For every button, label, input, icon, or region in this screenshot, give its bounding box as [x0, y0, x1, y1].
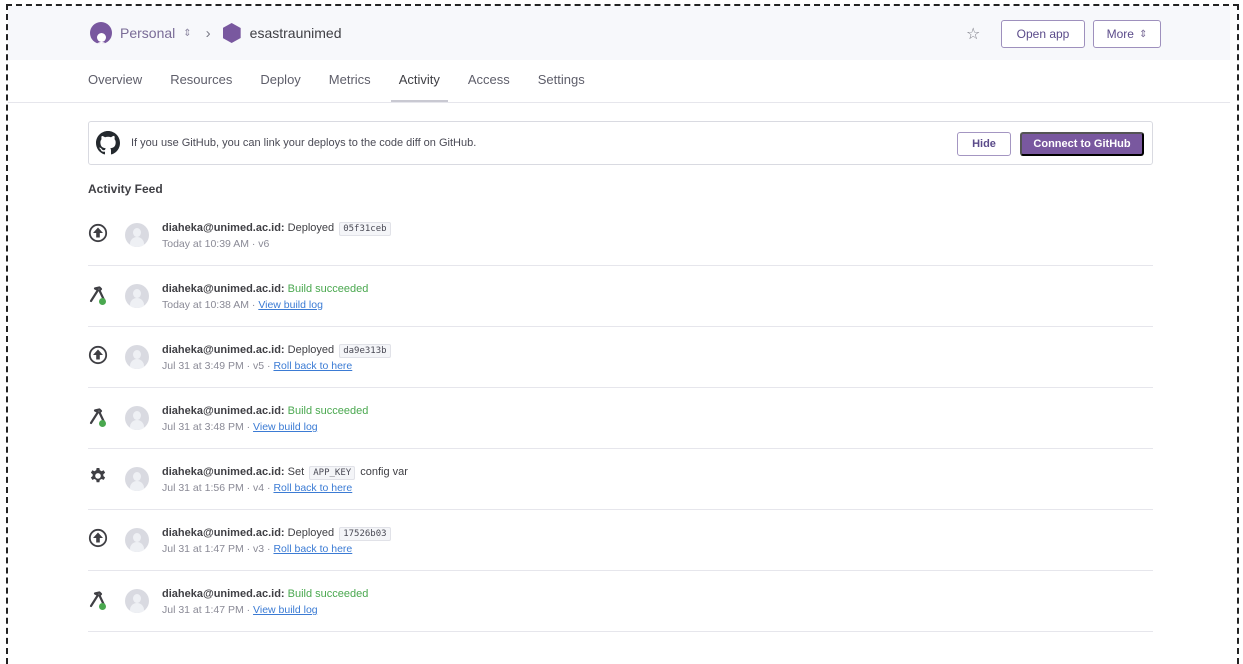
- tab-access[interactable]: Access: [468, 60, 510, 102]
- account-switcher[interactable]: Personal: [120, 25, 175, 41]
- activity-time: Today at 10:38 AM ·: [162, 299, 259, 311]
- github-banner-text: If you use GitHub, you can link your dep…: [131, 137, 477, 149]
- app-hexagon-icon: [222, 23, 241, 43]
- activity-meta: Jul 31 at 1:56 PM · v4 · Roll back to he…: [162, 482, 352, 494]
- activity-time: Jul 31 at 1:56 PM · v4 ·: [162, 482, 274, 494]
- activity-action: Deployed: [287, 222, 335, 234]
- activity-time: Jul 31 at 1:47 PM ·: [162, 604, 254, 616]
- app-name[interactable]: esastraunimed: [250, 25, 342, 41]
- activity-row: diaheka@unimed.ac.id: Build succeeded Ju…: [88, 388, 1153, 449]
- activity-summary: diaheka@unimed.ac.id: Build succeeded: [162, 588, 368, 600]
- roll-back-link[interactable]: Roll back to here: [273, 360, 352, 372]
- user-avatar-icon: [125, 223, 149, 247]
- user-avatar-icon[interactable]: [90, 22, 112, 44]
- activity-summary: diaheka@unimed.ac.id: Deployed 17526b03: [162, 527, 393, 541]
- build-icon: [88, 589, 108, 611]
- activity-action: Deployed: [287, 344, 335, 356]
- more-label: More: [1106, 27, 1134, 41]
- tab-activity[interactable]: Activity: [390, 60, 449, 102]
- updown-chevron-icon[interactable]: ⇕: [183, 28, 191, 39]
- user-avatar-icon: [125, 345, 149, 369]
- tab-resources[interactable]: Resources: [170, 60, 232, 102]
- deploy-icon: [88, 223, 108, 245]
- connect-github-button[interactable]: Connect to GitHub: [1020, 132, 1144, 156]
- breadcrumb: Personal ⇕ › esastraunimed: [90, 6, 341, 60]
- user-avatar-icon: [125, 284, 149, 308]
- star-icon[interactable]: ☆: [966, 24, 980, 44]
- activity-meta: Jul 31 at 1:47 PM · v3 · Roll back to he…: [162, 543, 352, 555]
- activity-action: Build succeeded: [287, 405, 369, 417]
- activity-user: diaheka@unimed.ac.id:: [162, 405, 285, 417]
- view-build-log-link[interactable]: View build log: [253, 421, 318, 433]
- tab-settings[interactable]: Settings: [538, 60, 585, 102]
- activity-user: diaheka@unimed.ac.id:: [162, 588, 285, 600]
- activity-row: diaheka@unimed.ac.id: Build succeeded To…: [88, 266, 1153, 327]
- tabs-divider: [8, 102, 1230, 103]
- activity-action-suffix: config var: [360, 466, 408, 478]
- activity-code: APP_KEY: [309, 466, 356, 480]
- activity-code: da9e313b: [339, 344, 391, 358]
- activity-action: Deployed: [287, 527, 335, 539]
- activity-summary: diaheka@unimed.ac.id: Deployed da9e313b: [162, 344, 393, 358]
- activity-row: diaheka@unimed.ac.id: Deployed 17526b03 …: [88, 510, 1153, 571]
- build-icon: [88, 284, 108, 306]
- activity-summary: diaheka@unimed.ac.id: Deployed 05f31ceb: [162, 222, 393, 236]
- hide-button[interactable]: Hide: [957, 132, 1011, 156]
- open-app-button[interactable]: Open app: [1001, 20, 1085, 48]
- activity-feed: diaheka@unimed.ac.id: Deployed 05f31ceb …: [88, 205, 1153, 632]
- user-avatar-icon: [125, 406, 149, 430]
- roll-back-link[interactable]: Roll back to here: [273, 543, 352, 555]
- activity-row: diaheka@unimed.ac.id: Deployed da9e313b …: [88, 327, 1153, 388]
- activity-code: 05f31ceb: [339, 222, 391, 236]
- activity-user: diaheka@unimed.ac.id:: [162, 283, 285, 295]
- github-icon: [96, 131, 120, 155]
- activity-meta: Today at 10:38 AM · View build log: [162, 299, 323, 311]
- activity-summary: diaheka@unimed.ac.id: Build succeeded: [162, 283, 368, 295]
- view-build-log-link[interactable]: View build log: [253, 604, 318, 616]
- activity-user: diaheka@unimed.ac.id:: [162, 466, 285, 478]
- activity-time: Jul 31 at 1:47 PM · v3 ·: [162, 543, 274, 555]
- updown-chevron-icon: ⇕: [1138, 28, 1148, 40]
- activity-action: Set: [287, 466, 305, 478]
- user-avatar-icon: [125, 467, 149, 491]
- github-banner: If you use GitHub, you can link your dep…: [88, 121, 1153, 165]
- activity-feed-title: Activity Feed: [88, 182, 163, 196]
- chevron-right-icon: ›: [205, 24, 211, 42]
- activity-meta: Today at 10:39 AM · v6: [162, 238, 269, 250]
- app-tabs: Overview Resources Deploy Metrics Activity Ac…: [88, 60, 613, 102]
- activity-meta: Jul 31 at 3:49 PM · v5 · Roll back to he…: [162, 360, 352, 372]
- activity-time: Today at 10:39 AM · v6: [162, 238, 270, 250]
- gear-icon: [88, 467, 108, 489]
- user-avatar-icon: [125, 528, 149, 552]
- activity-meta: Jul 31 at 1:47 PM · View build log: [162, 604, 318, 616]
- activity-row: diaheka@unimed.ac.id: Set APP_KEY config…: [88, 449, 1153, 510]
- activity-time: Jul 31 at 3:48 PM ·: [162, 421, 254, 433]
- user-avatar-icon: [125, 589, 149, 613]
- activity-meta: Jul 31 at 3:48 PM · View build log: [162, 421, 318, 433]
- roll-back-link[interactable]: Roll back to here: [273, 482, 352, 494]
- more-button[interactable]: More ⇕: [1093, 20, 1161, 48]
- deploy-icon: [88, 528, 108, 550]
- build-icon: [88, 406, 108, 428]
- activity-code: 17526b03: [339, 527, 391, 541]
- activity-row: diaheka@unimed.ac.id: Build succeeded Ju…: [88, 571, 1153, 632]
- tab-deploy[interactable]: Deploy: [260, 60, 300, 102]
- tab-overview[interactable]: Overview: [88, 60, 142, 102]
- app-header: Personal ⇕ › esastraunimed ☆ Open app Mo…: [8, 6, 1230, 60]
- activity-user: diaheka@unimed.ac.id:: [162, 344, 285, 356]
- tab-metrics[interactable]: Metrics: [329, 60, 371, 102]
- activity-row: diaheka@unimed.ac.id: Deployed 05f31ceb …: [88, 205, 1153, 266]
- activity-user: diaheka@unimed.ac.id:: [162, 527, 285, 539]
- view-build-log-link[interactable]: View build log: [258, 299, 323, 311]
- activity-action: Build succeeded: [287, 283, 369, 295]
- activity-user: diaheka@unimed.ac.id:: [162, 222, 285, 234]
- activity-summary: diaheka@unimed.ac.id: Set APP_KEY config…: [162, 466, 408, 480]
- activity-action: Build succeeded: [287, 588, 369, 600]
- deploy-icon: [88, 345, 108, 367]
- activity-time: Jul 31 at 3:49 PM · v5 ·: [162, 360, 274, 372]
- activity-summary: diaheka@unimed.ac.id: Build succeeded: [162, 405, 368, 417]
